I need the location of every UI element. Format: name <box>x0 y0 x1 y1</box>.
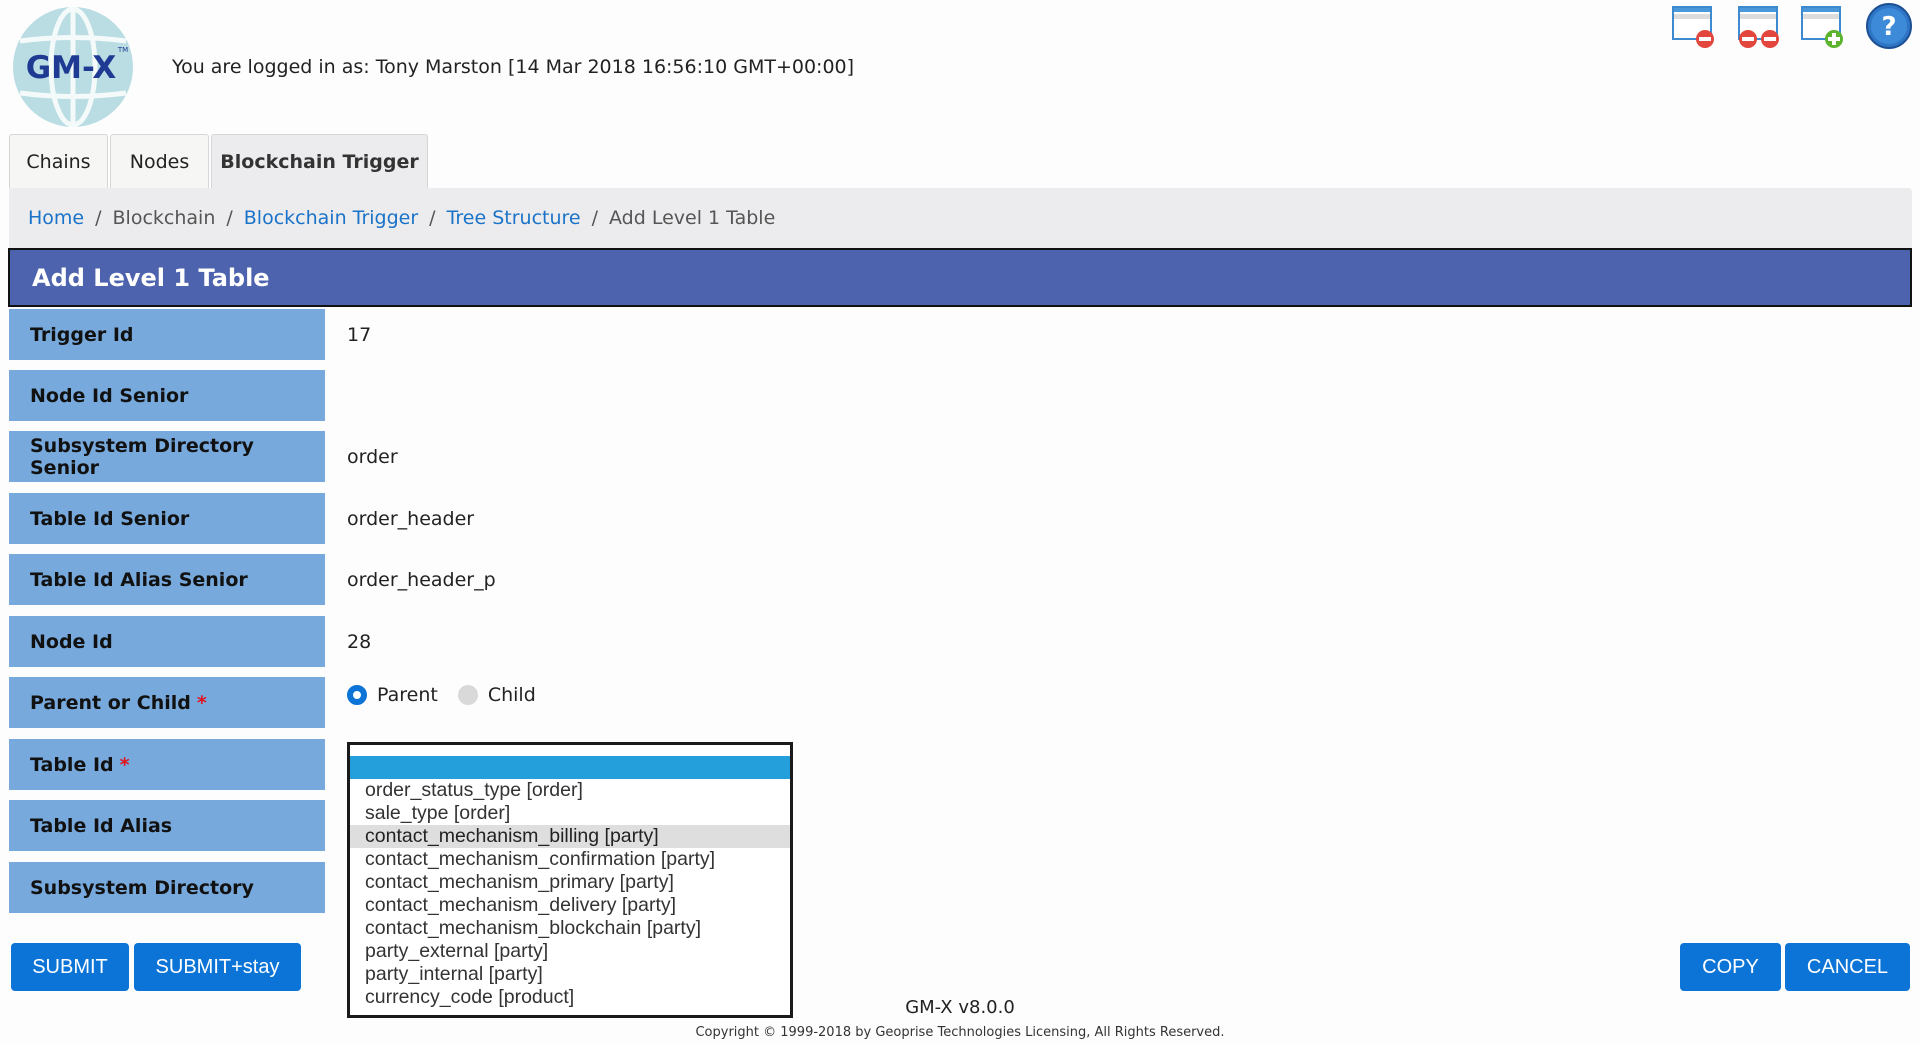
table-id-alias-senior-value: order_header_p <box>347 568 496 591</box>
submit-button[interactable]: SUBMIT <box>11 943 129 991</box>
node-id-value: 28 <box>347 630 372 653</box>
breadcrumb-current: Add Level 1 Table <box>609 207 776 229</box>
table-id-option[interactable]: contact_mechanism_billing [party] <box>350 825 790 848</box>
form-row-table-id-senior: Table Id Senior order_header <box>9 493 1912 544</box>
breadcrumb-blockchain: Blockchain <box>112 207 216 229</box>
table-id-option[interactable]: party_internal [party] <box>350 963 790 986</box>
tab-chains[interactable]: Chains <box>9 134 108 188</box>
table-id-option[interactable]: party_external [party] <box>350 940 790 963</box>
breadcrumb-blockchain-trigger[interactable]: Blockchain Trigger <box>244 207 418 229</box>
remove-all-screens-icon[interactable] <box>1735 2 1783 50</box>
radio-child[interactable]: Child <box>457 684 536 706</box>
cancel-button[interactable]: CANCEL <box>1785 943 1910 991</box>
tab-nodes[interactable]: Nodes <box>110 134 209 188</box>
field-label: Table Id Senior <box>9 493 325 544</box>
field-label: Table Id Alias <box>9 800 325 851</box>
subsystem-directory-senior-value: order <box>347 445 398 468</box>
table-id-option[interactable]: contact_mechanism_blockchain [party] <box>350 917 790 940</box>
table-id-option[interactable]: contact_mechanism_delivery [party] <box>350 894 790 917</box>
form-row-subsystem-directory-senior: Subsystem Directory Senior order <box>9 431 1912 482</box>
copy-button[interactable]: COPY <box>1680 943 1781 991</box>
globe-logo-icon: GM-X TM <box>13 6 133 128</box>
field-label: Subsystem Directory <box>9 862 325 913</box>
radio-parent[interactable]: Parent <box>347 684 438 706</box>
add-screen-icon[interactable] <box>1799 2 1847 50</box>
form-row-table-id: Table Id * <box>9 739 1912 790</box>
field-label: Node Id <box>9 616 325 667</box>
tab-blockchain-trigger[interactable]: Blockchain Trigger <box>211 134 428 188</box>
radio-unchecked-icon[interactable] <box>457 684 478 705</box>
copyright-notice: Copyright © 1999-2018 by Geoprise Techno… <box>695 1025 1225 1040</box>
logo-text: GM-X <box>26 50 117 86</box>
svg-text:?: ? <box>1881 12 1896 42</box>
form-row-trigger-id: Trigger Id 17 <box>9 309 1912 360</box>
help-icon[interactable]: ? <box>1865 2 1913 50</box>
form-row-node-id: Node Id 28 <box>9 616 1912 667</box>
breadcrumb-tree-structure[interactable]: Tree Structure <box>447 207 581 229</box>
field-label: Table Id Alias Senior <box>9 554 325 605</box>
login-status: You are logged in as: Tony Marston [14 M… <box>172 56 855 78</box>
table-id-option[interactable]: sale_type [order] <box>350 802 790 825</box>
table-id-option[interactable]: contact_mechanism_confirmation [party] <box>350 848 790 871</box>
breadcrumb-home[interactable]: Home <box>28 207 84 229</box>
app-version: GM-X v8.0.0 <box>905 997 1015 1018</box>
trigger-id-value: 17 <box>347 323 372 346</box>
required-marker: * <box>119 753 130 776</box>
remove-screen-icon[interactable] <box>1670 2 1718 50</box>
gmx-logo: GM-X TM <box>12 6 134 128</box>
form-row-node-id-senior: Node Id Senior <box>9 370 1912 421</box>
breadcrumb: Home / Blockchain / Blockchain Trigger /… <box>9 188 1912 248</box>
field-label: Node Id Senior <box>9 370 325 421</box>
table-id-option[interactable] <box>350 756 790 779</box>
field-label: Trigger Id <box>9 309 325 360</box>
table-id-select[interactable]: order_status_type [order] sale_type [ord… <box>347 742 793 1018</box>
table-id-option[interactable]: contact_mechanism_primary [party] <box>350 871 790 894</box>
required-marker: * <box>196 691 207 714</box>
form-row-parent-or-child: Parent or Child * Parent Child <box>9 677 1912 728</box>
parent-or-child-radio-group: Parent Child <box>347 669 556 720</box>
form-row-table-id-alias: Table Id Alias <box>9 800 1912 851</box>
field-label: Parent or Child * <box>9 677 325 728</box>
radio-checked-icon[interactable] <box>347 684 367 705</box>
table-id-senior-value: order_header <box>347 507 475 530</box>
field-label: Subsystem Directory Senior <box>9 431 325 482</box>
form-row-subsystem-directory: Subsystem Directory <box>9 862 1912 913</box>
field-label: Table Id * <box>9 739 325 790</box>
svg-text:TM: TM <box>117 46 128 54</box>
submit-stay-button[interactable]: SUBMIT+stay <box>134 943 301 991</box>
table-id-option[interactable]: order_status_type [order] <box>350 779 790 802</box>
form-row-table-id-alias-senior: Table Id Alias Senior order_header_p <box>9 554 1912 605</box>
page-title: Add Level 1 Table <box>8 248 1912 307</box>
